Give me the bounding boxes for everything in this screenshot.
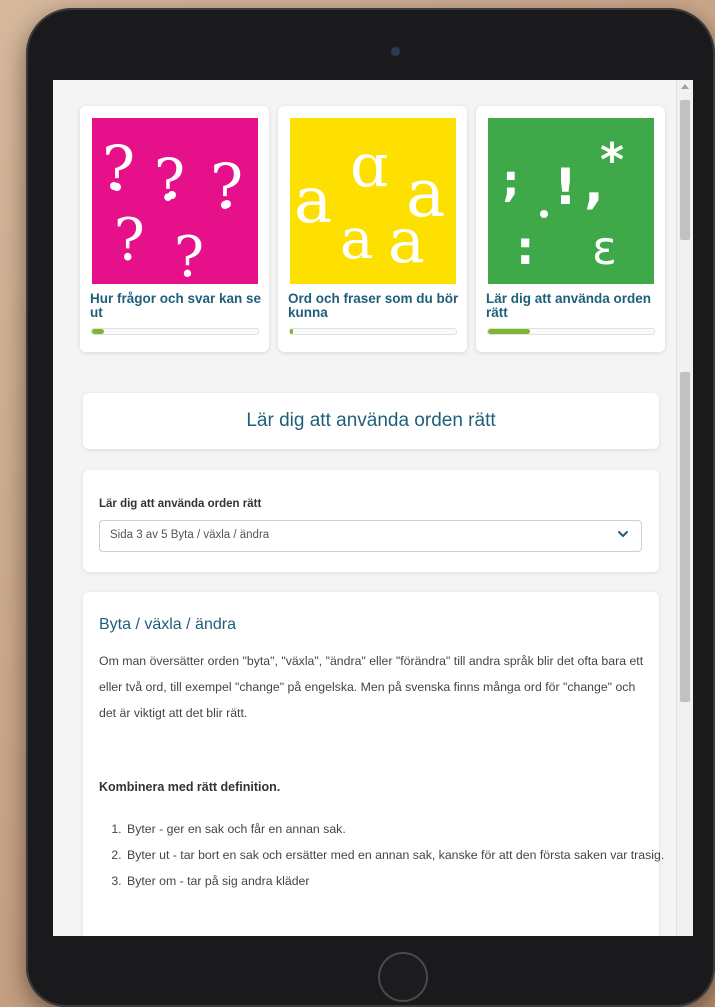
lesson-paragraph: Om man översätter orden "byta", "växla",… [99,654,644,720]
page-selector-panel: Lär dig att använda orden rätt Sida 3 av… [83,470,659,572]
home-button[interactable] [378,952,428,1002]
list-item: Byter ut - tar bort en sak och ersätter … [125,842,670,868]
card-progress-bar [487,328,655,335]
svg-text:¿: ¿ [115,214,146,282]
svg-text:?: ? [154,146,185,214]
svg-text:a: a [294,164,332,238]
svg-text:ɑ: ɑ [350,131,388,201]
list-item: Byter om - tar på sig andra kläder [125,868,670,894]
question-marks-illustration: ? ? ? ¿ ? [92,118,258,284]
svg-text:*: * [600,133,624,187]
lesson-content: Byta / växla / ändra Om man översätter o… [83,592,664,936]
chevron-down-icon [618,531,628,537]
web-page: ? ? ? ¿ ? Hur frågor och svar kan se ut … [53,80,677,936]
definition-list: Byter - ger en sak och får en annan sak.… [99,816,670,894]
punctuation-illustration: ; ! , * : ɛ [488,118,654,284]
card-progress-bar [289,328,457,335]
tablet-screen: ? ? ? ¿ ? Hur frågor och svar kan se ut … [53,80,693,936]
exercise-heading: Kombinera med rätt definition. [99,780,281,794]
svg-text:?: ? [210,150,243,223]
card-progress-fill [290,329,294,334]
page-title: Lär dig att använda orden rätt [83,393,659,449]
list-item: Byter - ger en sak och får en annan sak. [125,816,670,842]
svg-text:a: a [388,204,425,277]
scrollbar-thumb[interactable] [680,372,690,702]
camera-icon [392,48,399,55]
card-title: Ord och fraser som du bör kunna [288,291,459,320]
scrollbar[interactable] [676,80,693,936]
page-select[interactable]: Sida 3 av 5 Byta / växla / ändra [99,520,642,552]
course-card-words[interactable]: a ɑ a a a Ord och fraser som du bör kunn… [278,106,467,352]
scrollbar-thumb-upper[interactable] [680,100,690,240]
svg-text:!: ! [554,158,577,216]
svg-text:?: ? [174,225,204,284]
card-title: Lär dig att använda orden rätt [486,291,652,320]
card-title: Hur frågor och svar kan se ut [90,291,262,320]
letters-a-illustration: a ɑ a a a [290,118,456,284]
lesson-heading: Byta / växla / ändra [99,616,236,633]
svg-text:a: a [340,207,373,272]
course-card-questions[interactable]: ? ? ? ¿ ? Hur frågor och svar kan se ut [80,106,269,352]
svg-text:ɛ: ɛ [592,221,617,275]
select-value: Sida 3 av 5 Byta / växla / ändra [110,529,270,541]
course-cards: ? ? ? ¿ ? Hur frågor och svar kan se ut … [53,80,677,370]
card-progress-bar [91,328,259,335]
card-progress-fill [92,329,104,334]
course-card-usage[interactable]: ; ! , * : ɛ Lär dig att använda orden rä… [476,106,665,352]
svg-text:;: ; [502,156,520,207]
select-label: Lär dig att använda orden rätt [99,498,262,510]
card-progress-fill [488,329,530,334]
svg-text:?: ? [102,132,135,205]
scroll-up-arrow-icon[interactable] [681,84,689,89]
svg-text::: : [516,221,534,275]
